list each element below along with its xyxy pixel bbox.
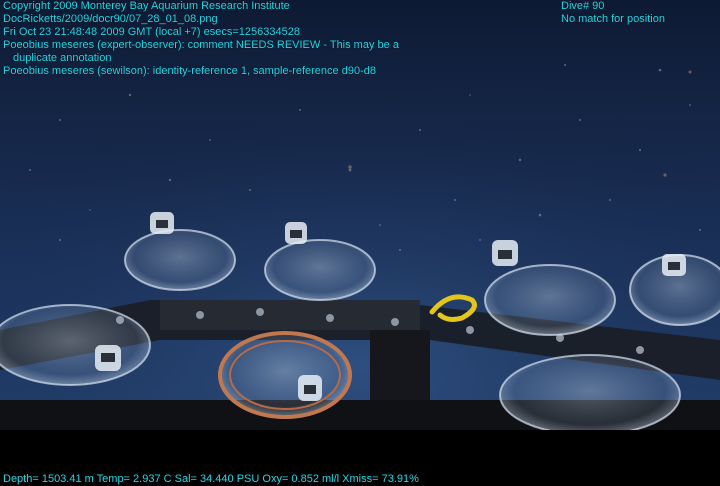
annotation-text-1-cont: duplicate annotation (13, 52, 112, 64)
video-frame: Copyright 2009 Monterey Bay Aquarium Res… (0, 0, 720, 486)
copper-ring-cylinder (218, 331, 352, 419)
annotation-text-1: Poeobius meseres (expert-observer): comm… (3, 39, 399, 51)
annotation-text-2: Poeobius meseres (sewilson): identity-re… (3, 65, 376, 77)
dive-number-text: Dive# 90 (561, 0, 605, 12)
position-text: No match for position (561, 13, 665, 25)
overlay-top-left: Copyright 2009 Monterey Bay Aquarium Res… (3, 0, 399, 78)
timestamp-text: Fri Oct 23 21:48:48 2009 GMT (local +7) … (3, 26, 300, 38)
overlay-top-right: Dive# 90 No match for position (561, 0, 665, 26)
copyright-text: Copyright 2009 Monterey Bay Aquarium Res… (3, 0, 290, 12)
telemetry-text: Depth= 1503.41 m Temp= 2.937 C Sal= 34.4… (3, 473, 419, 485)
file-path-text: DocRicketts/2009/docr90/07_28_01_08.png (3, 13, 218, 25)
telemetry-bar: Depth= 1503.41 m Temp= 2.937 C Sal= 34.4… (3, 473, 419, 486)
